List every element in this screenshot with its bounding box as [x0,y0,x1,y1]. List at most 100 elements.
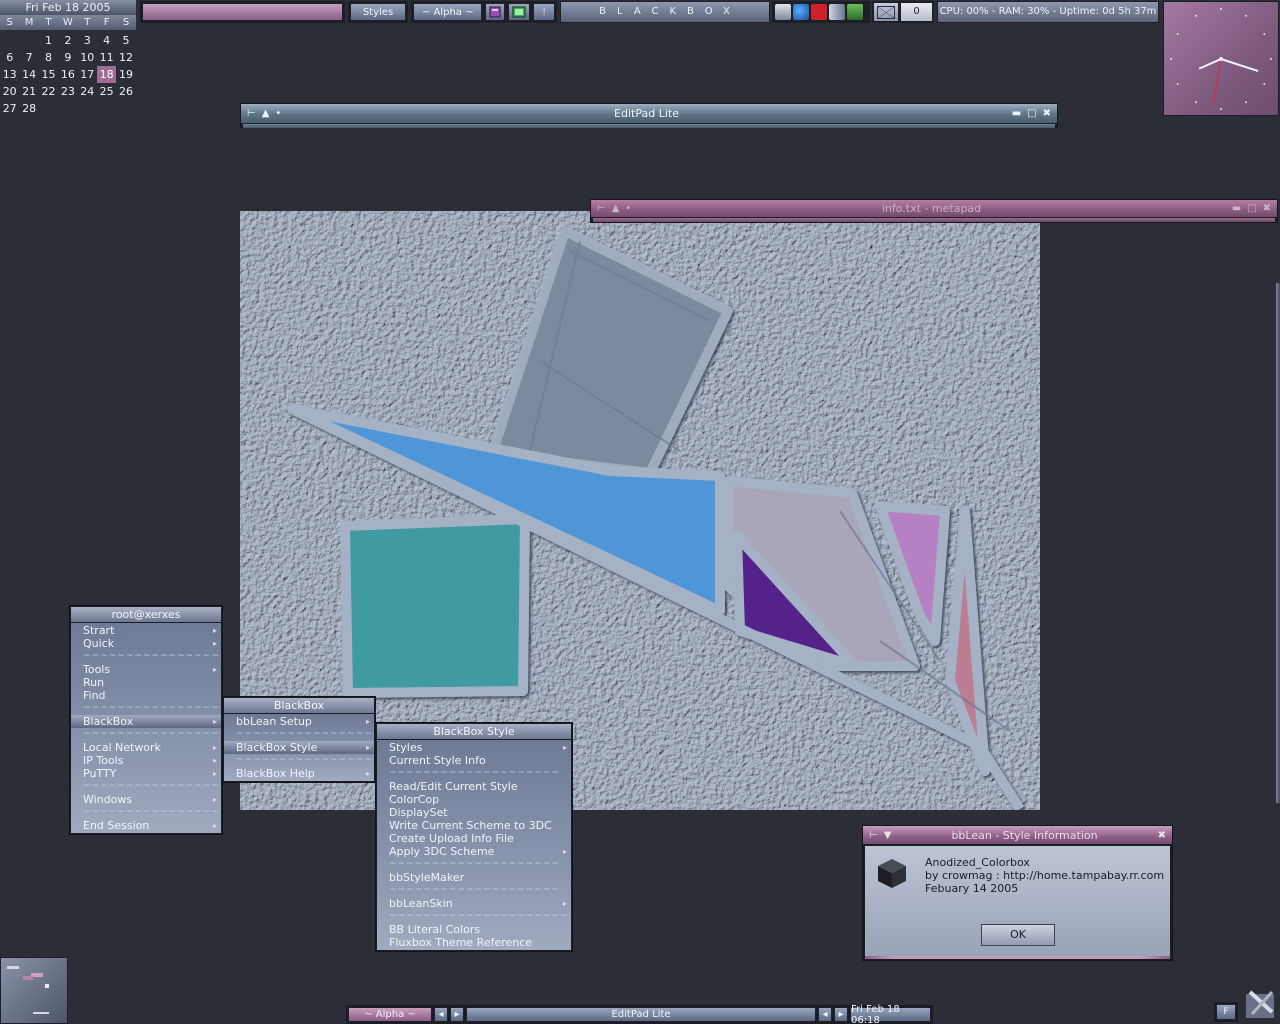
shade-icon[interactable]: ▼ [884,830,892,841]
menu-item[interactable]: bbLean Setup [224,715,374,728]
f-button[interactable]: F [1216,1004,1236,1020]
metapad-resize-bar[interactable] [593,218,1275,222]
menu-item[interactable]: bbLeanSkin [377,897,571,910]
shade-icon[interactable]: ▲ [612,203,620,214]
tools-icon[interactable] [1242,986,1278,1022]
calendar-day[interactable]: 23 [58,83,77,100]
next-task-icon[interactable]: ▸ [834,1007,848,1022]
calendar-day[interactable]: 13 [0,66,19,83]
calendar-day[interactable]: 22 [39,83,58,100]
calendar-day[interactable]: 20 [0,83,19,100]
calendar-day[interactable]: 28 [19,100,38,117]
dialog-titlebar[interactable]: ⊢ ▼ bbLean - Style Information ✖ [863,826,1172,844]
menu-item[interactable]: ColorCop [377,793,571,806]
editpad-window[interactable]: ⊢ ▲ • EditPad Lite ▬ □ ✖ [240,103,1058,128]
menu-item[interactable]: BB Literal Colors [377,923,571,936]
calendar-day[interactable]: 2 [58,32,77,49]
menu-item[interactable]: BlackBox [71,715,221,728]
taskbar-task-button[interactable]: EditPad Lite [466,1007,816,1022]
close-icon[interactable]: ✖ [1263,203,1271,214]
network-icon[interactable] [775,4,791,20]
maximize-icon[interactable]: □ [1247,203,1256,214]
taskbar-alpha-button[interactable]: ~ Alpha ~ [348,1007,432,1022]
calendar-day[interactable]: 18 [96,66,117,83]
style-menu-title[interactable]: BlackBox Style [377,724,571,739]
calendar-day[interactable]: 3 [78,32,97,49]
menu-item[interactable]: Tools [71,663,221,676]
menu-item[interactable]: End Session [71,819,221,832]
metapad-window[interactable]: ⊢ ▲ • info.txt - metapad ▬ □ ✖ [590,199,1278,223]
purple-doc-icon[interactable] [485,3,506,21]
menu-item[interactable]: BlackBox Style [224,741,374,754]
editpad-resize-bar[interactable] [243,124,1055,128]
plugin-icon[interactable] [847,4,863,20]
calendar-day[interactable]: 1 [39,32,58,49]
alert-button[interactable]: ! [533,3,555,21]
calendar-day[interactable]: 17 [78,66,97,83]
calendar-day[interactable]: 16 [58,66,77,83]
menu-item[interactable]: IP Tools [71,754,221,767]
styles-button[interactable]: Styles [350,3,406,21]
calendar-day[interactable]: 12 [116,49,135,66]
close-icon[interactable]: ✖ [1158,830,1166,841]
pin-icon[interactable]: ⊢ [869,830,878,841]
green-window-icon[interactable] [508,3,531,21]
minimize-icon[interactable]: ▬ [1232,203,1241,214]
menu-item[interactable]: Styles [377,741,571,754]
mail-envelope-icon[interactable] [874,3,898,21]
workspace-pager[interactable] [0,957,68,1024]
acrobat-icon[interactable] [811,4,827,20]
menu-item[interactable]: Write Current Scheme to 3DC [377,819,571,832]
menu-item[interactable]: bbStyleMaker [377,871,571,884]
menu-item[interactable]: Quick [71,637,221,650]
pin-icon[interactable]: ⊢ [247,108,256,119]
menu-item[interactable]: Read/Edit Current Style [377,780,571,793]
next-workspace-icon[interactable]: ▸ [450,1007,464,1022]
menu-item[interactable]: BlackBox Help [224,767,374,780]
menu-item[interactable]: Strart [71,624,221,637]
calendar-day[interactable]: 11 [97,49,116,66]
menu-item[interactable]: Current Style Info [377,754,571,767]
dialog-resize-bar[interactable] [865,956,1170,959]
calendar-day[interactable]: 10 [78,49,97,66]
editpad-titlebar[interactable]: ⊢ ▲ • EditPad Lite ▬ □ ✖ [241,104,1057,123]
taskbar-clock[interactable]: Fri Feb 18 06:18 [850,1004,931,1024]
menu-item[interactable]: Windows [71,793,221,806]
prev-workspace-icon[interactable]: ◂ [434,1007,448,1022]
calendar-day[interactable]: 15 [39,66,58,83]
prev-task-icon[interactable]: ◂ [818,1007,832,1022]
metapad-titlebar[interactable]: ⊢ ▲ • info.txt - metapad ▬ □ ✖ [591,200,1277,217]
calendar-day[interactable]: 6 [0,49,19,66]
maximize-icon[interactable]: □ [1027,108,1036,119]
calendar-day[interactable]: 24 [78,83,97,100]
volume-icon[interactable] [829,4,845,20]
calendar-day[interactable]: 8 [39,49,58,66]
calendar-day[interactable]: 19 [116,66,135,83]
minimize-icon[interactable]: ▬ [1012,108,1021,119]
calendar-day[interactable]: 26 [116,83,135,100]
globe-icon[interactable] [793,4,809,20]
menu-item[interactable]: Create Upload Info File [377,832,571,845]
calendar-day[interactable]: 5 [116,32,135,49]
blackbox-menu-title[interactable]: BlackBox [224,698,374,713]
shade-icon[interactable]: ▲ [262,108,270,119]
ok-button[interactable]: OK [981,924,1055,946]
menu-item[interactable]: Find [71,689,221,702]
calendar-day[interactable]: 9 [58,49,77,66]
menu-item[interactable]: Local Network [71,741,221,754]
menu-item[interactable]: Apply 3DC Scheme [377,845,571,858]
menu-item[interactable]: Run [71,676,221,689]
calendar-day[interactable]: 25 [97,83,116,100]
calendar-day[interactable]: 7 [19,49,38,66]
menu-item[interactable]: PuTTY [71,767,221,780]
pin-icon[interactable]: ⊢ [597,203,606,214]
calendar-day[interactable]: 27 [0,100,19,117]
toolbar-workspace-bar[interactable] [140,1,345,23]
calendar-day[interactable]: 14 [19,66,38,83]
calendar-day[interactable]: 21 [19,83,38,100]
menu-item[interactable]: DisplaySet [377,806,571,819]
alpha-button[interactable]: ~ Alpha ~ [413,3,483,21]
close-icon[interactable]: ✖ [1043,108,1051,119]
calendar-day[interactable]: 4 [97,32,116,49]
root-menu-title[interactable]: root@xerxes [71,607,221,622]
